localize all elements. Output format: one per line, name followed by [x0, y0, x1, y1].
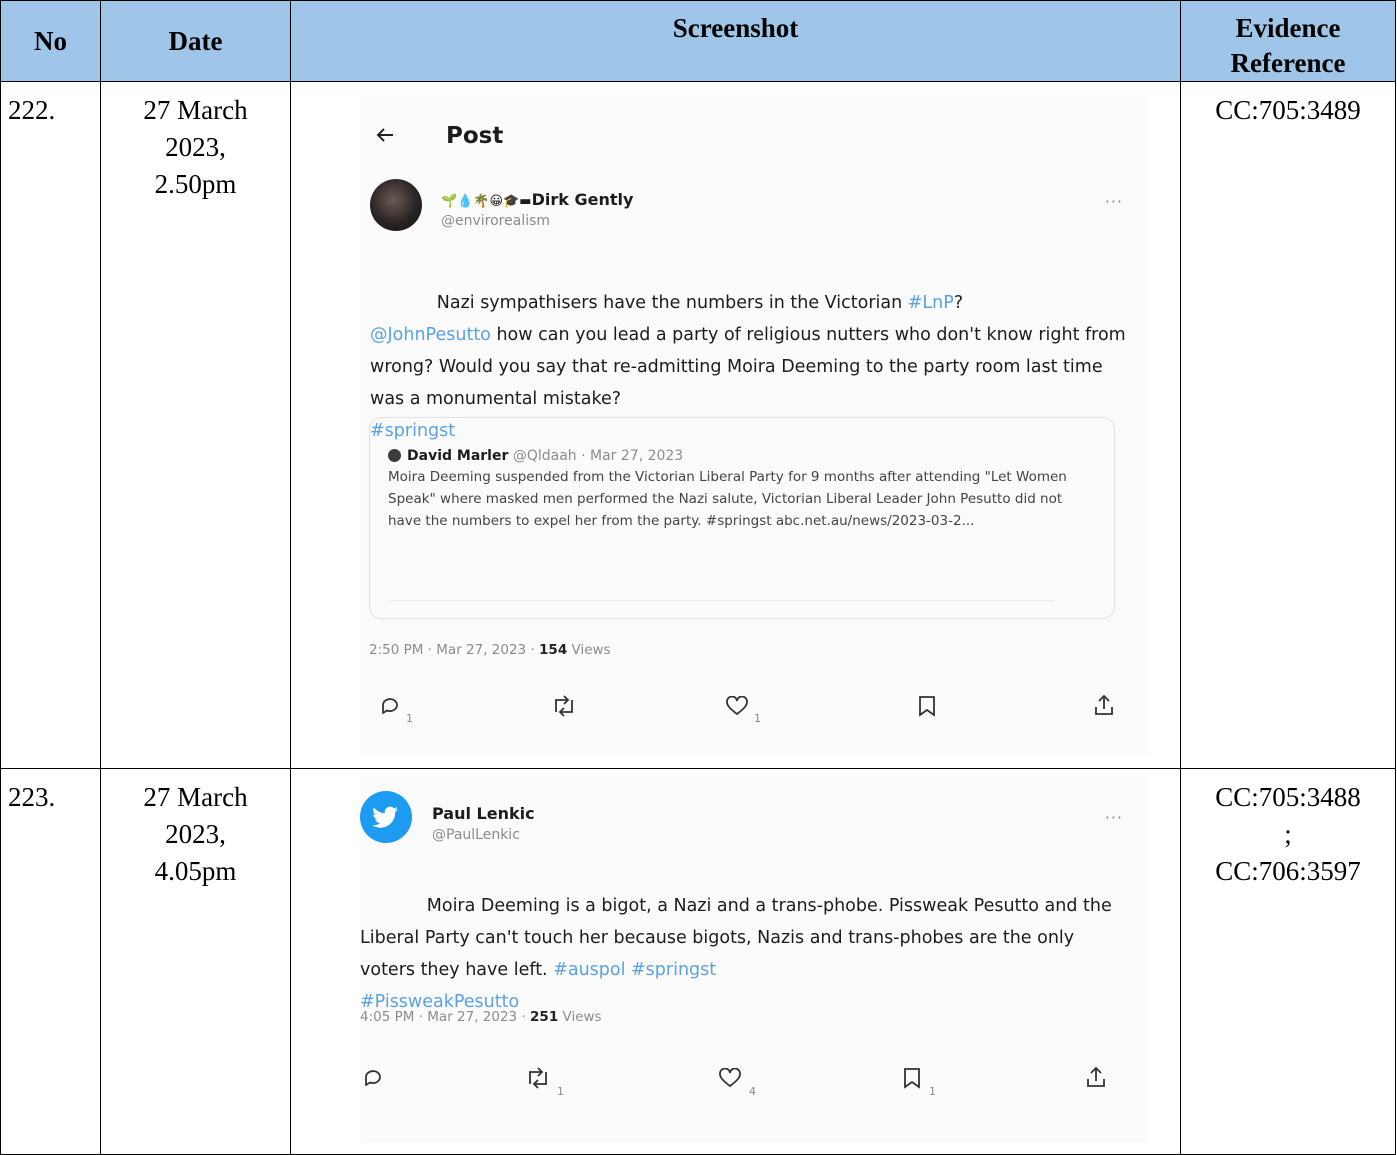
views-count: 251: [530, 1009, 559, 1025]
row-evidence: CC:705:3489: [1180, 81, 1396, 769]
twitter-bird-icon[interactable]: [360, 791, 412, 843]
back-arrow-icon[interactable]: [375, 127, 395, 143]
reply-icon[interactable]: [379, 695, 401, 717]
like-count: 1: [754, 712, 761, 725]
retweet-count: 1: [557, 1085, 564, 1098]
row-number-text: 222.: [8, 95, 56, 125]
table-row: 222. 27 March 2023, 2.50pm Post 🌱💧🌴😀🎓▬Di…: [0, 81, 1396, 769]
evidence-table: No Date Screenshot Evidence Reference 22…: [0, 0, 1396, 1155]
quote-author-handle: @Qldaah: [512, 448, 577, 464]
share-icon[interactable]: [1086, 1065, 1106, 1089]
timestamp-text: 2:50 PM · Mar 27, 2023 ·: [369, 642, 540, 658]
avatar[interactable]: [370, 179, 422, 231]
quote-date: · Mar 27, 2023: [581, 448, 684, 464]
quote-avatar: [388, 449, 401, 462]
row-date: 27 March 2023, 2.50pm: [100, 81, 291, 769]
bookmark-count: 1: [929, 1085, 936, 1098]
evidence-ref: CC:706:3597: [1215, 856, 1361, 886]
tweet-text-segment: Moira Deeming is a bigot, a Nazi and a t…: [360, 896, 1118, 980]
retweet-icon[interactable]: [551, 695, 577, 717]
like-icon[interactable]: [726, 696, 748, 716]
date-line: 27 March: [143, 782, 248, 812]
header-evidence: Evidence Reference: [1180, 0, 1396, 82]
header-screenshot: Screenshot: [290, 0, 1181, 82]
share-icon[interactable]: [1094, 693, 1114, 717]
author-handle[interactable]: @envirorealism: [441, 203, 550, 240]
tweet-timestamp: 2:50 PM · Mar 27, 2023 · 154 Views: [369, 632, 611, 669]
date-line: 2.50pm: [154, 169, 237, 199]
author-handle[interactable]: @PaulLenkic: [432, 817, 520, 854]
retweet-icon[interactable]: [525, 1067, 551, 1089]
header-evidence-label: Evidence Reference: [1230, 13, 1346, 78]
views-count: 154: [539, 642, 568, 658]
date-line: 2023,: [165, 819, 226, 849]
evidence-ref: CC:705:3488: [1215, 782, 1361, 812]
tweet-text-segment: Nazi sympathisers have the numbers in th…: [436, 293, 908, 313]
table-row: 223. 27 March 2023, 4.05pm Paul Lenkic @…: [0, 768, 1396, 1155]
reply-count: 1: [406, 712, 413, 725]
screenshot-cell: Paul Lenkic @PaulLenkic ··· Moira Deemin…: [290, 768, 1181, 1155]
hashtag-link[interactable]: #LnP: [908, 293, 954, 313]
date-line: 4.05pm: [154, 856, 237, 886]
bookmark-icon[interactable]: [903, 1067, 921, 1089]
post-header-title: Post: [446, 123, 504, 149]
mention-link[interactable]: @JohnPesutto: [370, 325, 491, 345]
evidence-ref: CC:705:3489: [1215, 95, 1361, 125]
tweet-text-segment: ?: [953, 293, 964, 313]
screenshot-cell: Post 🌱💧🌴😀🎓▬Dirk Gently @envirorealism ··…: [290, 81, 1181, 769]
quote-text: Moira Deeming suspended from the Victori…: [388, 469, 1067, 529]
quote-divider: [388, 600, 1054, 601]
header-no: No: [0, 0, 101, 82]
timestamp-text: 4:05 PM · Mar 27, 2023 ·: [360, 1009, 531, 1025]
row-number: 223.: [0, 768, 101, 1155]
header-no-label: No: [34, 25, 67, 56]
header-date: Date: [100, 0, 291, 82]
header-screenshot-label: Screenshot: [672, 13, 799, 43]
quoted-tweet[interactable]: David Marler @Qldaah · Mar 27, 2023 Moir…: [369, 417, 1115, 619]
tweet-screenshot: Post 🌱💧🌴😀🎓▬Dirk Gently @envirorealism ··…: [361, 95, 1147, 755]
tweet-timestamp: 4:05 PM · Mar 27, 2023 · 251 Views: [360, 999, 602, 1036]
views-label: Views: [567, 642, 611, 658]
more-icon[interactable]: ···: [1105, 799, 1123, 836]
bookmark-icon[interactable]: [918, 695, 936, 717]
row-date: 27 March 2023, 4.05pm: [100, 768, 291, 1155]
views-label: Views: [558, 1009, 602, 1025]
date-line: 2023,: [165, 132, 226, 162]
row-number-text: 223.: [8, 782, 56, 812]
row-number: 222.: [0, 81, 101, 769]
row-evidence: CC:705:3488 ; CC:706:3597: [1180, 768, 1396, 1155]
header-row: No Date Screenshot Evidence Reference: [0, 0, 1396, 82]
tweet-screenshot: Paul Lenkic @PaulLenkic ··· Moira Deemin…: [360, 773, 1147, 1143]
reply-icon[interactable]: [362, 1067, 384, 1089]
header-date-label: Date: [168, 25, 223, 56]
more-icon[interactable]: ···: [1105, 183, 1123, 220]
like-count: 4: [749, 1085, 756, 1098]
evidence-ref-separator: ;: [1284, 819, 1292, 849]
date-line: 27 March: [143, 95, 248, 125]
quote-author-name: David Marler: [407, 448, 509, 464]
like-icon[interactable]: [719, 1068, 741, 1088]
